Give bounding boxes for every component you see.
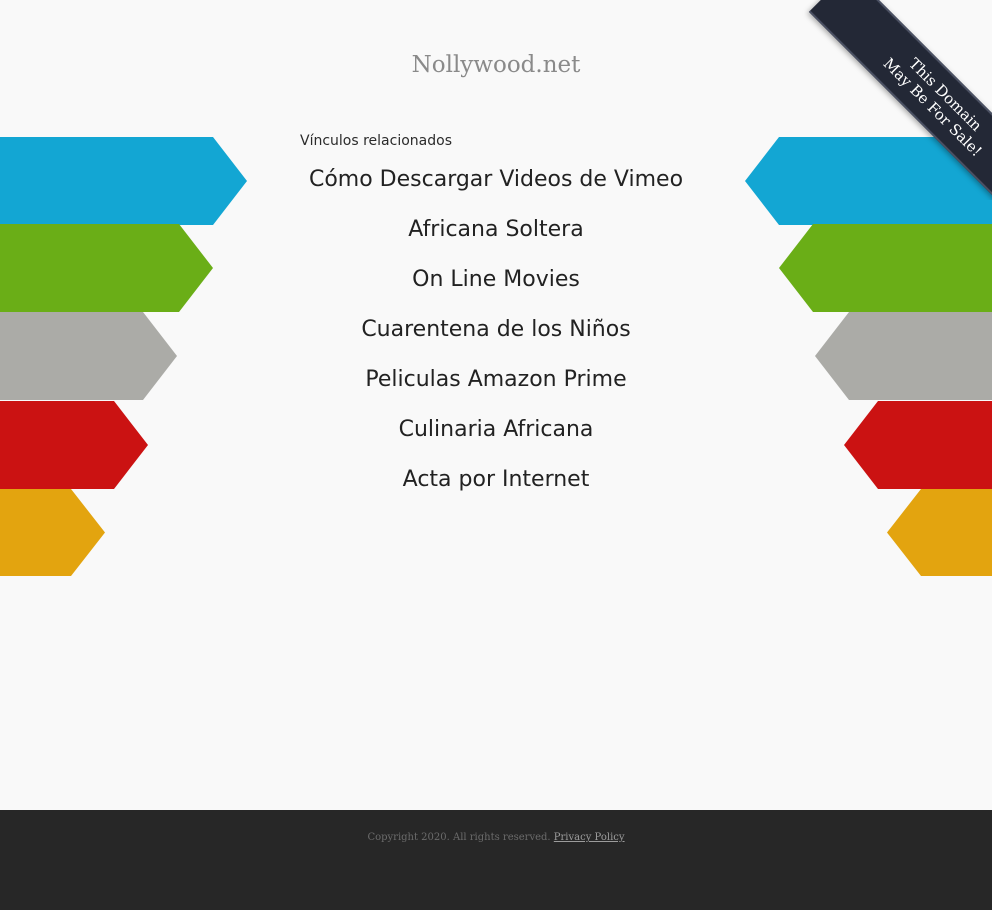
related-link-acta-internet[interactable]: Acta por Internet: [246, 455, 746, 505]
related-links-list: Cómo Descargar Videos de Vimeo Africana …: [246, 155, 746, 505]
right-arrow-yellow: [887, 489, 992, 576]
copyright-text: Copyright 2020. All rights reserved.: [367, 832, 551, 843]
left-arrow-blue: [0, 137, 247, 225]
right-arrow-gray: [815, 312, 992, 400]
left-arrow-green: [0, 224, 213, 312]
left-arrow-gray: [0, 312, 177, 400]
privacy-policy-link[interactable]: Privacy Policy: [554, 832, 625, 843]
related-link-amazon-prime[interactable]: Peliculas Amazon Prime: [246, 355, 746, 405]
left-arrow-yellow: [0, 489, 105, 576]
for-sale-ribbon[interactable]: This Domain May Be For Sale!: [808, 0, 992, 200]
footer-text: Copyright 2020. All rights reserved. Pri…: [0, 831, 992, 845]
related-link-vimeo[interactable]: Cómo Descargar Videos de Vimeo: [246, 155, 746, 205]
related-link-cuarentena[interactable]: Cuarentena de los Niños: [246, 305, 746, 355]
related-link-online-movies[interactable]: On Line Movies: [246, 255, 746, 305]
right-arrow-red: [844, 401, 992, 489]
right-arrow-green: [779, 224, 992, 312]
related-links-heading: Vínculos relacionados: [300, 133, 452, 149]
related-link-culinaria[interactable]: Culinaria Africana: [246, 405, 746, 455]
footer: Copyright 2020. All rights reserved. Pri…: [0, 810, 992, 910]
related-link-africana-soltera[interactable]: Africana Soltera: [246, 205, 746, 255]
for-sale-ribbon-wrapper: This Domain May Be For Sale!: [792, 0, 992, 200]
left-arrow-red: [0, 401, 148, 489]
